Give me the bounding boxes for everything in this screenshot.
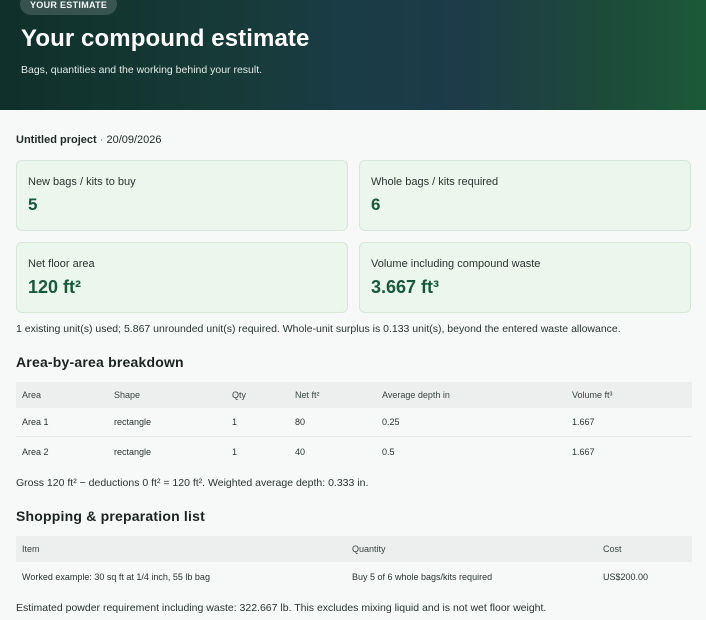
cell-qty: 1: [232, 417, 238, 427]
card-label: Volume including compound waste: [371, 258, 541, 270]
volume-card: Volume including compound waste 3.667 ft…: [359, 242, 691, 313]
cell-shape: rectangle: [114, 417, 152, 427]
card-value: 6: [371, 195, 381, 214]
col-area: Area: [22, 390, 42, 400]
cell-qty: 1: [232, 446, 238, 457]
whole-bags-card: Whole bags / kits required 6: [359, 160, 691, 231]
card-label: Net floor area: [28, 258, 95, 270]
new-bags-card: New bags / kits to buy 5: [16, 160, 348, 231]
col-net: Net ft²: [295, 390, 320, 400]
page-title: Your compound estimate: [21, 25, 310, 52]
col-qty: Qty: [232, 390, 247, 400]
estimate-badge: YOUR ESTIMATE: [20, 0, 118, 15]
col-quantity: Quantity: [352, 544, 386, 554]
cell-depth: 0.5: [382, 446, 395, 457]
col-shape: Shape: [114, 390, 141, 400]
table-header: Area Shape Qty Net ft² Average depth in …: [16, 382, 692, 408]
cell-depth: 0.25: [382, 417, 400, 427]
card-value: 3.667 ft³: [371, 277, 440, 297]
estimate-hero: YOUR ESTIMATE Your compound estimate Bag…: [0, 0, 706, 110]
project-date: 20/09/2026: [106, 134, 162, 146]
cell-volume: 1.667: [572, 417, 595, 427]
table-row: Worked example: 30 sq ft at 1/4 inch, 55…: [16, 562, 692, 591]
project-name: Untitled project: [16, 134, 97, 146]
table-header: Item Quantity Cost: [16, 536, 692, 562]
page-subtitle: Bags, quantities and the working behind …: [21, 64, 263, 76]
table-row: Area 2 rectangle 1 40 0.5 1.667: [16, 437, 692, 466]
shopping-table: Item Quantity Cost Worked example: 30 sq…: [16, 536, 692, 591]
cell-area: Area 2: [22, 446, 49, 457]
powder-footnote: Estimated powder requirement including w…: [16, 602, 547, 614]
cell-shape: rectangle: [114, 446, 152, 457]
area-breakdown-title: Area-by-area breakdown: [16, 354, 184, 370]
cell-cost: US$200.00: [603, 571, 649, 582]
col-item: Item: [22, 544, 40, 554]
card-value: 5: [28, 195, 38, 214]
area-table: Area Shape Qty Net ft² Average depth in …: [16, 382, 692, 466]
col-depth: Average depth in: [382, 390, 450, 400]
card-label: Whole bags / kits required: [371, 176, 499, 188]
net-area-card: Net floor area 120 ft²: [16, 242, 348, 313]
estimate-body: Untitled project · 20/09/2026 New bags /…: [0, 110, 706, 620]
meta-separator: ·: [99, 134, 104, 146]
units-note: 1 existing unit(s) used; 5.867 unrounded…: [16, 323, 621, 335]
col-volume: Volume ft³: [572, 390, 613, 400]
cell-item: Worked example: 30 sq ft at 1/4 inch, 55…: [22, 571, 210, 582]
card-label: New bags / kits to buy: [28, 176, 136, 188]
table-row: Area 1 rectangle 1 80 0.25 1.667: [16, 408, 692, 437]
shopping-list-title: Shopping & preparation list: [16, 508, 205, 524]
project-meta: Untitled project · 20/09/2026: [16, 134, 162, 146]
cell-net: 40: [295, 446, 306, 457]
cell-volume: 1.667: [572, 446, 595, 457]
area-summary: Gross 120 ft² − deductions 0 ft² = 120 f…: [16, 477, 369, 489]
cell-area: Area 1: [22, 417, 49, 427]
card-value: 120 ft²: [28, 277, 82, 297]
cell-quantity: Buy 5 of 6 whole bags/kits required: [352, 571, 493, 582]
cell-net: 80: [295, 417, 306, 427]
col-cost: Cost: [603, 544, 622, 554]
